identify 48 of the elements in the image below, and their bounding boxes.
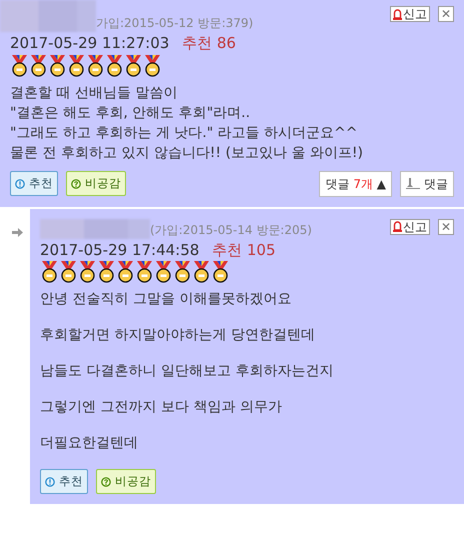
dislike-button[interactable]: 비공감 [96, 469, 156, 494]
medal-icon [10, 54, 29, 76]
medal-icon [211, 261, 230, 283]
medal-icon [173, 261, 192, 283]
comments-toggle-button[interactable]: 댓글 7개 ▲ [319, 170, 392, 196]
reply-arrow-icon [12, 228, 23, 238]
medal-icon [192, 261, 211, 283]
medal-icon [105, 54, 124, 76]
medal-icon [29, 54, 48, 76]
recommend-count: 추천 86 [182, 34, 236, 52]
medal-icon [48, 54, 67, 76]
post-datetime: 2017-05-29 17:44:58 [40, 240, 200, 258]
question-icon [101, 476, 111, 487]
recommend-button[interactable]: 추천 [10, 170, 58, 196]
report-button[interactable]: 신고 [390, 6, 430, 22]
medal-icon [78, 261, 97, 283]
medal-icon [154, 261, 173, 283]
report-button[interactable]: 신고 [390, 218, 430, 234]
comment-paragraph: 더필요한걸텐데 [40, 434, 139, 453]
medal-icon [67, 54, 86, 76]
siren-icon [393, 8, 402, 20]
close-button[interactable]: ✕ [438, 218, 454, 234]
medal-icon [40, 261, 59, 283]
medal-icon [59, 261, 78, 283]
join-info: (가입:2015-05-14 방문:205) [150, 222, 312, 238]
reply-button[interactable]: 댓글 [400, 170, 454, 196]
medal-icon [124, 54, 143, 76]
info-icon [15, 178, 25, 188]
siren-icon [393, 221, 402, 232]
medal-icon [97, 261, 116, 283]
medal-icon [135, 261, 154, 283]
close-button[interactable]: ✕ [438, 6, 454, 22]
comment-text: 결혼할 때 선배님들 말씀이 "결혼은 해도 후회, 안해도 후회"라며.. "그래도 하고 후회하는 게 낫다." 라고들 하시더군요^^ 물론 전 후회하고 있지 않습니다!! (보고있나 울 와이프!) [10, 84, 364, 162]
comment-paragraph: 남들도 다결혼하니 일단해보고 후회하자는건지 [40, 362, 334, 381]
recommend-count: 추천 105 [212, 240, 276, 258]
info-icon [45, 476, 55, 487]
post-datetime: 2017-05-29 11:27:03 [10, 34, 170, 52]
pen-icon [406, 178, 420, 189]
medal-icon [116, 261, 135, 283]
medal-icon [143, 54, 162, 76]
comment-paragraph: 그렇기엔 그전까지 보다 책임과 의무가 [40, 398, 283, 417]
join-info: 가입:2015-05-12 방문:379) [96, 15, 254, 32]
comment-paragraph: 안녕 전술직히 그말을 이해를못하겠어요 [40, 290, 292, 309]
dislike-button[interactable]: 비공감 [66, 170, 126, 196]
recommend-button[interactable]: 추천 [40, 469, 88, 494]
question-icon [71, 178, 81, 188]
medal-icon [86, 54, 105, 76]
comment-paragraph: 후회할거면 하지말아야하는게 당연한걸텐데 [40, 326, 316, 345]
